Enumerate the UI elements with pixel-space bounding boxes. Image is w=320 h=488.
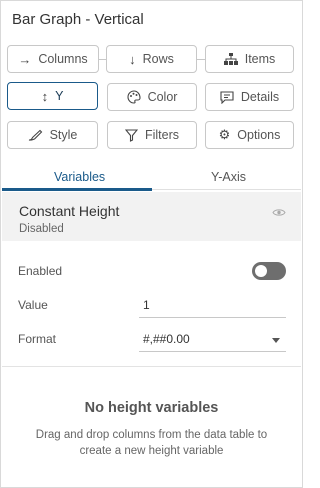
- comment-icon: [220, 90, 234, 104]
- brush-icon: [28, 129, 43, 142]
- panel-title: Bar Graph - Vertical: [12, 11, 144, 28]
- rows-button[interactable]: ↓ Rows: [106, 45, 197, 73]
- toggle-knob: [255, 265, 267, 277]
- value-text: 1: [143, 298, 150, 312]
- section-divider: [2, 366, 301, 367]
- connector: [197, 59, 205, 60]
- variable-card[interactable]: Constant Height Disabled: [2, 192, 301, 241]
- items-button[interactable]: Items: [205, 45, 294, 73]
- tab-y-axis[interactable]: Y-Axis: [211, 170, 246, 184]
- y-label: Y: [55, 89, 64, 103]
- style-label: Style: [49, 128, 78, 142]
- eye-icon[interactable]: [272, 204, 286, 222]
- details-label: Details: [240, 90, 280, 104]
- empty-state-description: Drag and drop columns from the data tabl…: [35, 429, 268, 457]
- filter-icon: [124, 128, 138, 142]
- enabled-toggle[interactable]: [252, 262, 286, 280]
- bar-graph-settings-panel: Bar Graph - Vertical → Columns ↓ Rows It…: [0, 0, 303, 488]
- filters-label: Filters: [144, 128, 180, 142]
- enabled-label: Enabled: [18, 264, 63, 278]
- arrow-right-icon: →: [18, 51, 32, 67]
- format-label: Format: [18, 332, 57, 346]
- color-label: Color: [147, 90, 178, 104]
- options-label: Options: [237, 128, 281, 142]
- palette-icon: [127, 90, 141, 104]
- connector: [99, 59, 106, 60]
- variable-status: Disabled: [19, 223, 64, 235]
- vertical-arrows-icon: ↕: [41, 88, 49, 104]
- options-button[interactable]: ⚙ Options: [205, 121, 294, 149]
- columns-button[interactable]: → Columns: [7, 45, 99, 73]
- filters-button[interactable]: Filters: [107, 121, 197, 149]
- format-value: #,##0.00: [143, 332, 190, 346]
- gear-icon: ⚙: [218, 127, 231, 142]
- y-button[interactable]: ↕ Y: [7, 82, 98, 110]
- columns-label: Columns: [38, 52, 88, 66]
- variable-name: Constant Height: [19, 203, 120, 219]
- style-button[interactable]: Style: [7, 121, 98, 149]
- format-select[interactable]: #,##0.00: [139, 329, 286, 352]
- color-button[interactable]: Color: [107, 83, 197, 111]
- hierarchy-icon: [223, 53, 238, 65]
- items-label: Items: [244, 52, 276, 66]
- rows-label: Rows: [142, 52, 174, 66]
- value-label: Value: [18, 298, 48, 312]
- tab-variables[interactable]: Variables: [54, 170, 105, 184]
- caret-down-icon: [272, 338, 280, 343]
- details-button[interactable]: Details: [205, 83, 294, 111]
- empty-state-title: No height variables: [84, 400, 219, 416]
- value-input[interactable]: 1: [139, 295, 286, 318]
- active-tab-indicator: [2, 188, 152, 191]
- arrow-down-icon: ↓: [129, 51, 136, 67]
